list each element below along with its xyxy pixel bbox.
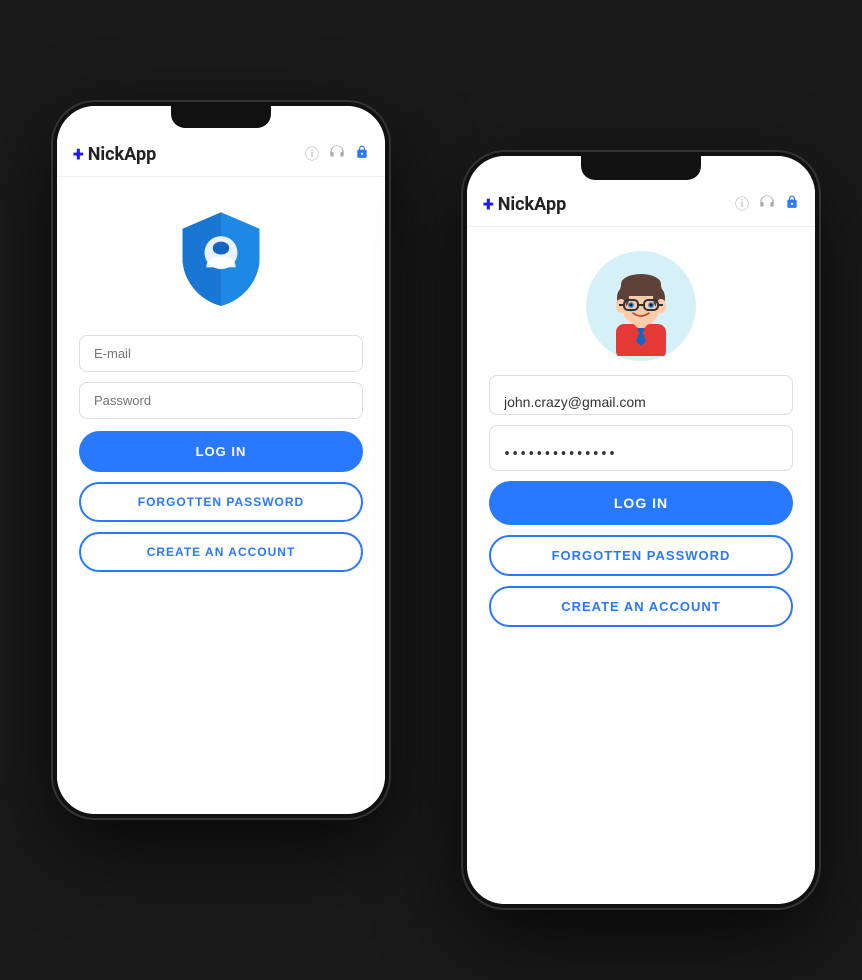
lock-icon-2[interactable] [785, 195, 799, 213]
phone-1-email-input[interactable] [79, 335, 363, 372]
phone-1-logo: + NickApp [73, 142, 299, 166]
phone-1-inputs [79, 335, 363, 419]
password-dots: •••••••••••••• [504, 444, 617, 465]
logo-text: NickApp [88, 144, 157, 165]
avatar-circle [586, 251, 696, 361]
phone-2-body: E-mail Password •••••••••••••• LOG IN [467, 227, 815, 904]
phone-1-nav-icons: ⓘ [305, 144, 369, 164]
phone-2-app: + NickApp ⓘ [467, 156, 815, 904]
phone-2-login-button[interactable]: LOG IN [489, 481, 793, 525]
phone-1-create-button[interactable]: CREATE AN ACCOUNT [79, 532, 363, 572]
phone-1-body: LOG IN FORGOTTEN PASSWORD CREATE AN ACCO… [57, 177, 385, 814]
phone-2-nav-icons: ⓘ [735, 194, 799, 214]
phone-1-buttons: LOG IN FORGOTTEN PASSWORD CREATE AN ACCO… [79, 431, 363, 572]
scene: + NickApp ⓘ [21, 20, 841, 960]
phone-2-password-display: •••••••••••••• [489, 425, 793, 471]
phone-2-create-button[interactable]: CREATE AN ACCOUNT [489, 586, 793, 627]
phone-1-app: + NickApp ⓘ [57, 106, 385, 814]
phone-2-inputs: E-mail Password •••••••••••••• [489, 375, 793, 471]
password-wrapper: Password •••••••••••••• [489, 425, 793, 471]
phone-2-forgotten-button[interactable]: FORGOTTEN PASSWORD [489, 535, 793, 576]
phone-1-notch [171, 106, 271, 128]
info-icon-2[interactable]: ⓘ [735, 194, 749, 214]
shield-hero [166, 205, 276, 319]
email-wrapper: E-mail [489, 375, 793, 415]
phone-1-login-button[interactable]: LOG IN [79, 431, 363, 472]
logo-cross-icon: + [73, 142, 84, 166]
phone-2-buttons: LOG IN FORGOTTEN PASSWORD CREATE AN ACCO… [489, 481, 793, 627]
lock-icon[interactable] [355, 145, 369, 163]
phone-2-notch [581, 156, 701, 180]
headset-icon-2[interactable] [759, 194, 775, 214]
logo-text-2: NickApp [498, 194, 567, 215]
phone-1: + NickApp ⓘ [51, 100, 391, 820]
phone-1-screen: + NickApp ⓘ [57, 106, 385, 814]
avatar-hero [586, 251, 696, 361]
info-icon[interactable]: ⓘ [305, 144, 319, 164]
phone-2: + NickApp ⓘ [461, 150, 821, 910]
phone-2-screen: + NickApp ⓘ [467, 156, 815, 904]
phone-2-logo: + NickApp [483, 192, 729, 216]
headset-icon[interactable] [329, 144, 345, 164]
logo-cross-icon-2: + [483, 192, 494, 216]
phone-2-email-input[interactable] [489, 375, 793, 415]
phone-1-forgotten-button[interactable]: FORGOTTEN PASSWORD [79, 482, 363, 522]
phone-1-password-input[interactable] [79, 382, 363, 419]
